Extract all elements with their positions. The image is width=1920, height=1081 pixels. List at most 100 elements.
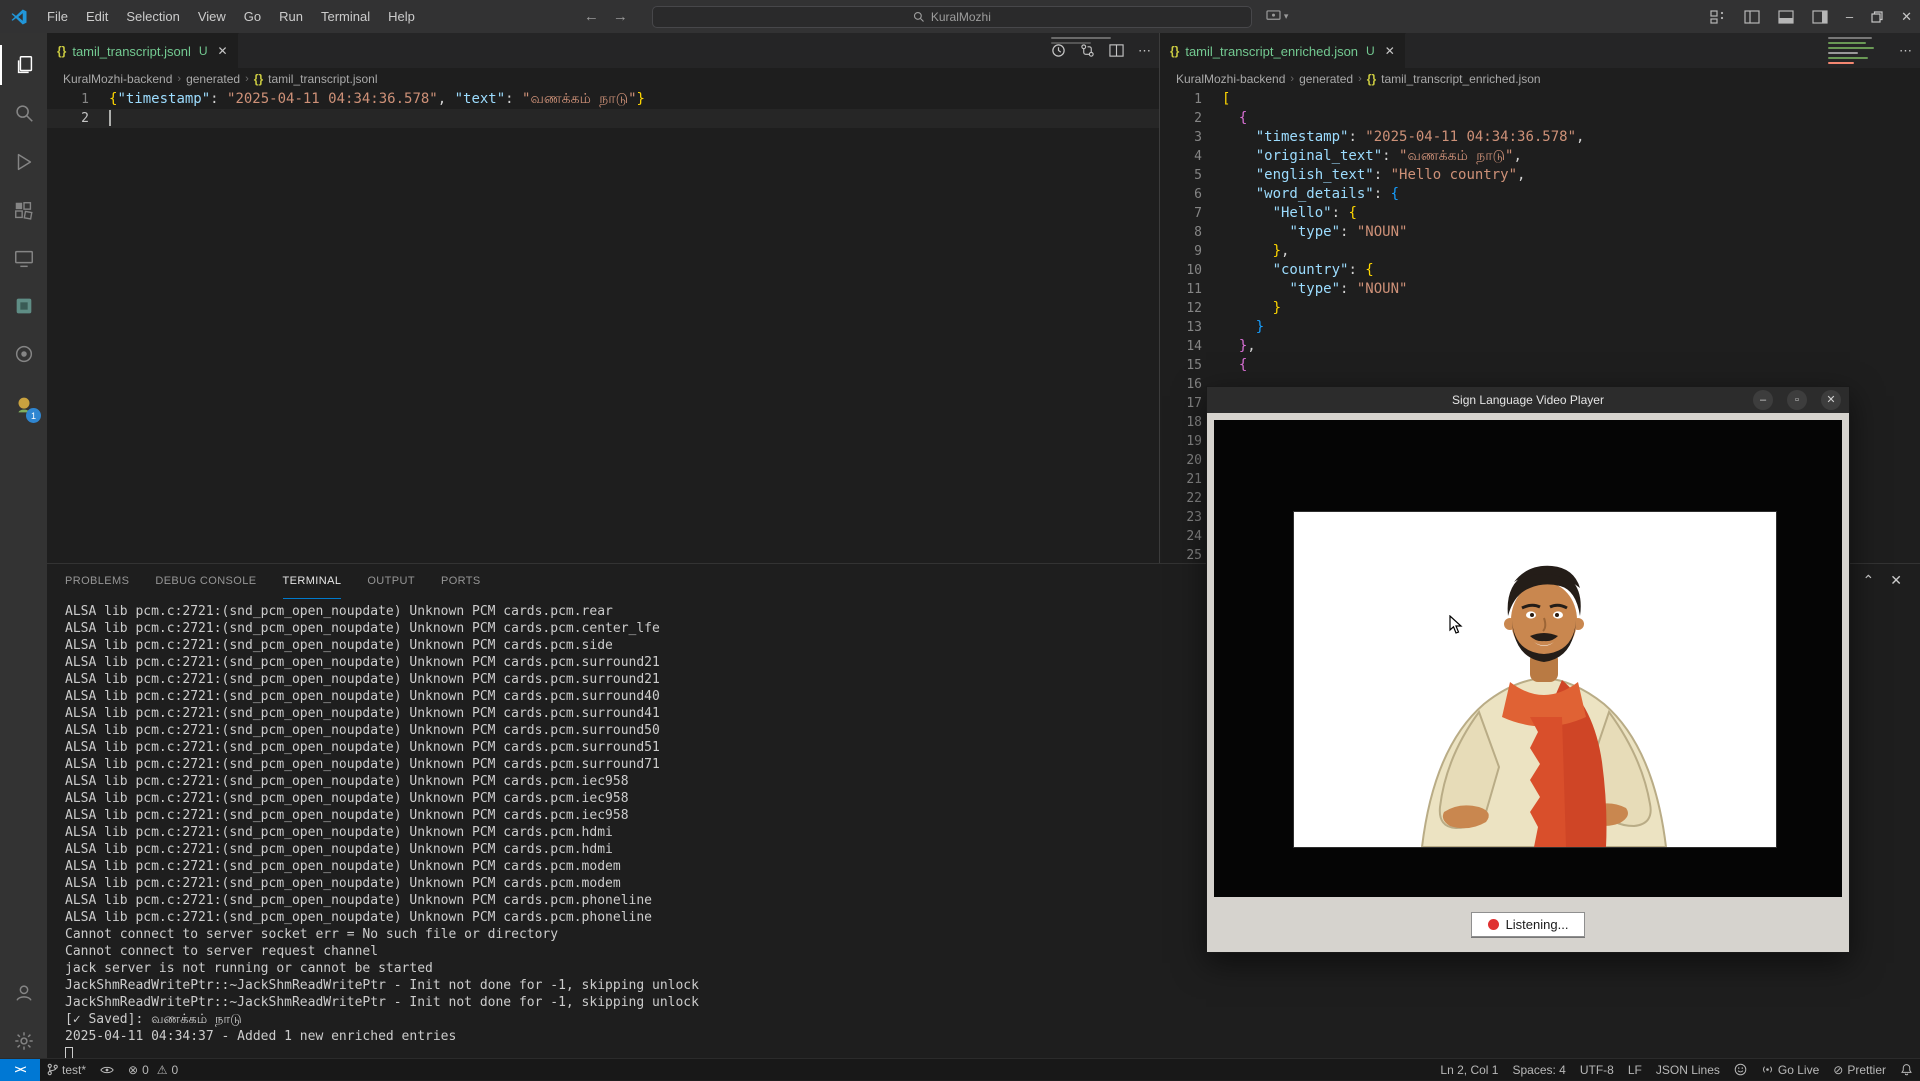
video-minimize-button[interactable]: – — [1753, 390, 1773, 410]
title-bar[interactable]: File Edit Selection View Go Run Terminal Help ←… — [0, 0, 1920, 33]
chevron-right-icon: › — [1358, 73, 1362, 85]
terminal-line: JackShmReadWritePtr::~JackShmReadWritePt… — [65, 978, 699, 993]
screencast-menu[interactable]: ▾ — [1266, 10, 1288, 23]
minimap-right[interactable] — [1828, 37, 1878, 64]
tab-label: tamil_transcript.jsonl — [72, 43, 191, 59]
remote-indicator[interactable]: >< — [0, 1058, 40, 1081]
toggle-sidebar-icon[interactable] — [1744, 9, 1760, 24]
language-mode-item[interactable]: JSON Lines — [1649, 1059, 1727, 1081]
watch-item[interactable] — [93, 1059, 121, 1081]
back-arrow-icon[interactable]: ← — [584, 8, 599, 25]
panel-tab-ports[interactable]: PORTS — [441, 564, 481, 599]
panel-maximize-icon[interactable]: ⌃ — [1863, 572, 1875, 589]
menu-selection[interactable]: Selection — [117, 5, 188, 28]
tab-close-icon[interactable]: ✕ — [218, 44, 228, 58]
extension-badge: 1 — [26, 408, 41, 423]
menu-file[interactable]: File — [38, 5, 77, 28]
breadcrumb-left[interactable]: KuralMozhi-backend › generated › {} tamil_… — [47, 68, 1159, 90]
run-debug-icon[interactable] — [0, 142, 47, 182]
problems-item[interactable]: ⊗ 0 ⚠ 0 — [121, 1059, 185, 1081]
search-value: KuralMozhi — [930, 9, 991, 24]
terminal-line: [✓ Saved]: வணக்கம் நாடு — [65, 1012, 242, 1027]
git-branch-item[interactable]: test* — [40, 1059, 93, 1081]
extension-b-icon[interactable] — [0, 334, 47, 374]
panel-tab-terminal[interactable]: TERMINAL — [282, 564, 342, 599]
feedback-item[interactable] — [1727, 1059, 1754, 1081]
panel-tab-output[interactable]: OUTPUT — [367, 564, 415, 599]
code-line-3: 3 "timestamp": "2025-04-11 04:34:36.578"… — [1194, 129, 1585, 145]
minimap-left[interactable] — [1051, 37, 1117, 44]
command-center-search[interactable]: KuralMozhi — [651, 5, 1252, 28]
menu-view[interactable]: View — [189, 5, 235, 28]
explorer-icon[interactable] — [0, 45, 47, 85]
activity-bar: 1 — [0, 33, 47, 1058]
eol-item[interactable]: LF — [1621, 1059, 1649, 1081]
breadcrumb-item[interactable]: generated — [186, 72, 240, 86]
window-close-button[interactable]: ✕ — [1901, 9, 1912, 25]
extension-a-icon[interactable] — [0, 286, 47, 326]
more-actions-icon[interactable]: ⋯ — [1899, 43, 1912, 59]
listening-button[interactable]: Listening... — [1470, 912, 1586, 937]
mouse-cursor — [1449, 615, 1463, 634]
tab-bar-left: {} tamil_transcript.jsonl U ✕ ⋯ — [47, 33, 1159, 68]
menu-help[interactable]: Help — [379, 5, 424, 28]
breadcrumb-item[interactable]: tamil_transcript_enriched.json — [1381, 72, 1540, 86]
json-file-icon: {} — [253, 72, 264, 86]
tab-tamil-transcript-jsonl[interactable]: {} tamil_transcript.jsonl U ✕ — [47, 33, 239, 68]
smiley-icon — [1734, 1063, 1747, 1076]
error-count: 0 — [142, 1062, 149, 1077]
extensions-icon[interactable] — [0, 191, 47, 231]
toggle-secondary-sidebar-icon[interactable] — [1812, 9, 1828, 24]
window-restore-button[interactable] — [1871, 10, 1883, 23]
panel-tab-problems[interactable]: PROBLEMS — [65, 564, 129, 599]
video-window-title-bar[interactable]: Sign Language Video Player – ▫ ✕ — [1207, 387, 1849, 413]
go-live-item[interactable]: Go Live — [1754, 1059, 1826, 1081]
timeline-icon[interactable] — [1051, 43, 1066, 58]
customize-layout-icon[interactable] — [1710, 9, 1726, 24]
panel-tab-debug-console[interactable]: DEBUG CONSOLE — [155, 564, 256, 599]
indentation-item[interactable]: Spaces: 4 — [1505, 1059, 1572, 1081]
remote-explorer-icon[interactable] — [0, 239, 47, 279]
listening-label: Listening... — [1505, 917, 1569, 932]
extension-c-icon[interactable]: 1 — [0, 385, 47, 425]
code-line-8: 8 "type": "NOUN" — [1194, 224, 1408, 240]
settings-gear-icon[interactable] — [0, 1021, 47, 1061]
window-minimize-button[interactable]: – — [1846, 9, 1853, 24]
more-actions-icon[interactable]: ⋯ — [1138, 43, 1151, 59]
code-line-6: 6 "word_details": { — [1194, 186, 1400, 202]
video-maximize-button[interactable]: ▫ — [1787, 390, 1807, 410]
code-editor-left[interactable]: 1 {"timestamp": "2025-04-11 04:34:36.578"… — [47, 90, 1159, 128]
video-close-button[interactable]: ✕ — [1821, 390, 1841, 410]
menu-go[interactable]: Go — [235, 5, 270, 28]
git-compare-icon[interactable] — [1080, 43, 1095, 58]
chevron-right-icon: › — [245, 73, 249, 85]
breadcrumb-item[interactable]: generated — [1299, 72, 1353, 86]
prettier-item[interactable]: ⊘ Prettier — [1826, 1059, 1893, 1081]
menu-edit[interactable]: Edit — [77, 5, 117, 28]
breadcrumb-item[interactable]: KuralMozhi-backend — [63, 72, 172, 86]
forward-arrow-icon[interactable]: → — [613, 8, 628, 25]
tab-tamil-transcript-enriched-json[interactable]: {} tamil_transcript_enriched.json U ✕ — [1160, 33, 1406, 68]
breadcrumb-item[interactable]: KuralMozhi-backend — [1176, 72, 1285, 86]
breadcrumb-item[interactable]: tamil_transcript.jsonl — [268, 72, 377, 86]
breadcrumb-right[interactable]: KuralMozhi-backend › generated › {} tamil_… — [1160, 68, 1920, 90]
code-line-9: 9 }, — [1194, 243, 1290, 259]
git-status-badge: U — [1366, 44, 1375, 58]
circle-slash-icon: ⊘ — [1833, 1062, 1844, 1077]
menu-run[interactable]: Run — [270, 5, 312, 28]
editor-group-left: {} tamil_transcript.jsonl U ✕ ⋯ KuralMoz… — [47, 33, 1160, 563]
split-editor-icon[interactable] — [1109, 43, 1124, 58]
screen-icon — [1266, 10, 1281, 20]
accounts-icon[interactable] — [0, 973, 47, 1013]
search-sidebar-icon[interactable] — [0, 93, 47, 133]
toggle-panel-icon[interactable] — [1778, 9, 1794, 24]
menu-terminal[interactable]: Terminal — [312, 5, 379, 28]
tab-close-icon[interactable]: ✕ — [1385, 44, 1395, 58]
cursor-position-item[interactable]: Ln 2, Col 1 — [1433, 1059, 1505, 1081]
git-status-badge: U — [198, 44, 208, 58]
notifications-item[interactable] — [1893, 1059, 1920, 1081]
panel-close-icon[interactable]: ✕ — [1890, 572, 1902, 589]
encoding-item[interactable]: UTF-8 — [1573, 1059, 1621, 1081]
code-line-10: 10 "country": { — [1186, 262, 1374, 278]
search-icon — [913, 11, 924, 22]
